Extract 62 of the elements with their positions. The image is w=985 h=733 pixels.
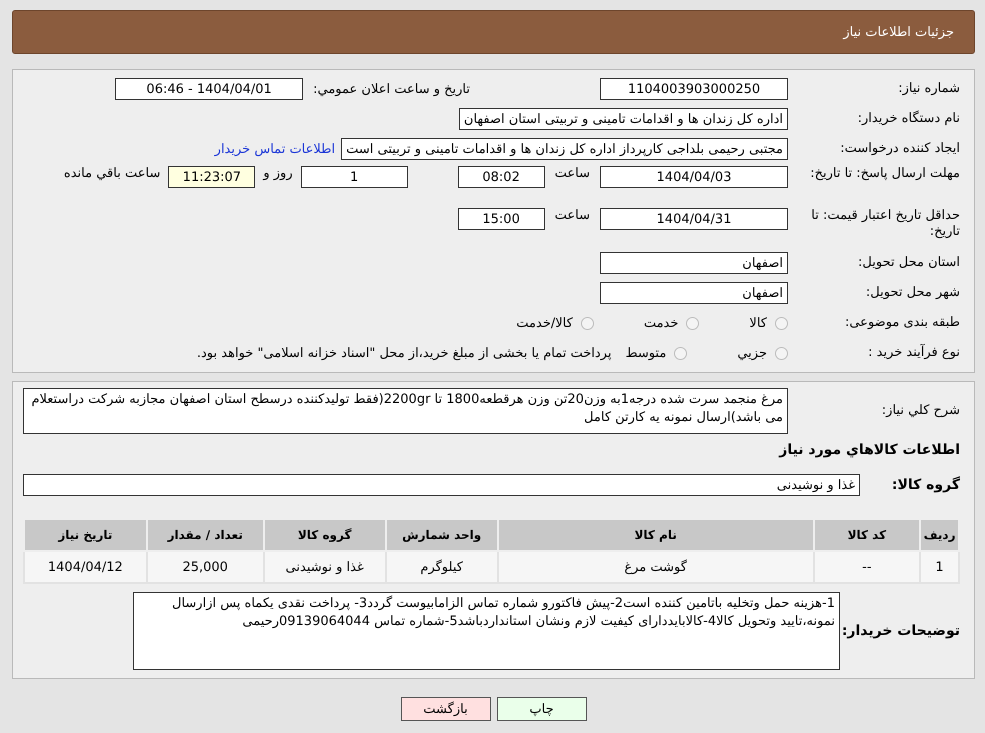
field-label: مهلت ارسال پاسخ: تا تاریخ: — [809, 166, 960, 182]
field-label: ساعت — [554, 166, 590, 181]
field-label: ساعت باقي مانده — [64, 166, 160, 181]
radio-button[interactable] — [686, 316, 700, 330]
field-label: ساعت — [554, 208, 590, 223]
table-cell: 1 — [920, 551, 959, 583]
radio-label: کالا — [749, 316, 767, 330]
page-title: جزئیات اطلاعات نیاز — [12, 10, 975, 54]
goods-group-field: غذا و نوشیدنی — [23, 474, 860, 496]
field-label: ایجاد کننده درخواست: — [839, 141, 960, 157]
announce-date-field: 1404/04/01 - 06:46 — [115, 78, 304, 100]
radio-label: متوسط — [625, 346, 666, 360]
radio-button[interactable] — [674, 346, 688, 360]
payment-note: پرداخت تمام یا بخشی از مبلغ خرید،از محل "اسناد خزانه اسلامی" خواهد بود. — [196, 346, 612, 360]
field-label: گروه کالا: — [890, 477, 960, 493]
radio-button[interactable] — [775, 316, 788, 330]
table-cell: غذا و نوشیدنی — [264, 551, 386, 583]
need-number-field: 1104003903000250 — [600, 78, 788, 100]
validity-time-field: 15:00 — [458, 208, 545, 230]
creator-field: مجتبی رحیمی بلداجی کارپرداز اداره کل زندان ها و اقدامات تامینی و تربیتی است — [341, 138, 788, 160]
table-cell: 1404/04/12 — [24, 551, 147, 583]
field-label: استان محل تحویل: — [857, 255, 960, 271]
province-field: اصفهان — [600, 252, 788, 274]
validity-date-field: 1404/04/31 — [600, 208, 788, 230]
print-button[interactable]: چاپ — [496, 697, 586, 721]
description-box: مرغ منجمد سرت شده درجه1به وزن20تن وزن هرقطعه1800 تا 2200gr(فقط تولیدکننده درسطح استان اصفهان مجازبه شرکت دراستعلام می باشد)ارسال نمونه یه کارتن کامل — [23, 388, 788, 434]
field-label: حداقل تاریخ اعتبار قیمت: تا تاریخ: — [810, 208, 960, 240]
deadline-date-field: 1404/04/03 — [600, 166, 788, 188]
buyer-field: اداره کل زندان ها و اقدامات تامینی و تربیتی استان اصفهان — [458, 108, 788, 130]
field-label: شهر محل تحویل: — [864, 285, 960, 301]
radio-label: خدمت — [644, 316, 678, 330]
field-label: نام دستگاه خریدار: — [856, 111, 960, 127]
column-header: نام کالا — [498, 519, 814, 551]
table-cell: گوشت مرغ — [498, 551, 814, 583]
table-cell: کیلوگرم — [386, 551, 498, 583]
field-label: نوع فرآیند خرید : — [867, 345, 960, 361]
column-header: کد کالا — [814, 519, 920, 551]
field-label: طبقه بندی موضوعی: — [844, 315, 960, 331]
field-label: توضیحات خریدار: — [840, 623, 960, 639]
table-cell: 25,000 — [146, 551, 264, 583]
deadline-time-field: 08:02 — [458, 166, 545, 188]
field-label: تاريخ و ساعت اعلان عمومي: — [313, 82, 470, 96]
column-header: تاریخ نیاز — [24, 519, 147, 551]
remaining-time-field: 11:23:07 — [168, 166, 256, 188]
radio-label: جزیي — [737, 346, 767, 360]
column-header: ردیف — [920, 519, 959, 551]
buyer-notes-box: 1-هزینه حمل وتخلیه باتامین کننده است2-پیش فاکتورو شماره تماس الزامابیوست گردد3- پرداخت نقدی یکماه پس ازارسال نمونه،تایید وتحویل کالا4-کالابایددارای کیفیت لازم ونشان استانداردباشد5-شماره تماس 09139064044رحیمی — [133, 592, 840, 670]
column-header: تعداد / مقدار — [146, 519, 264, 551]
field-label: شرح كلي نياز: — [880, 403, 960, 419]
section-heading: اطلاعات كالاهاي مورد نياز — [778, 442, 960, 458]
column-header: گروه کالا — [264, 519, 386, 551]
buyer-contact-link[interactable]: اطلاعات تماس خریدار — [214, 142, 336, 156]
radio-button[interactable] — [775, 346, 788, 360]
field-label: شماره نیاز: — [897, 81, 960, 97]
city-field: اصفهان — [600, 282, 788, 304]
table-cell: -- — [814, 551, 920, 583]
days-field: 1 — [300, 166, 408, 188]
back-button[interactable]: بازگشت — [400, 697, 490, 721]
field-label: روز و — [263, 166, 293, 181]
radio-label: کالا/خدمت — [516, 316, 573, 330]
column-header: واحد شمارش — [386, 519, 498, 551]
radio-button[interactable] — [580, 316, 594, 330]
